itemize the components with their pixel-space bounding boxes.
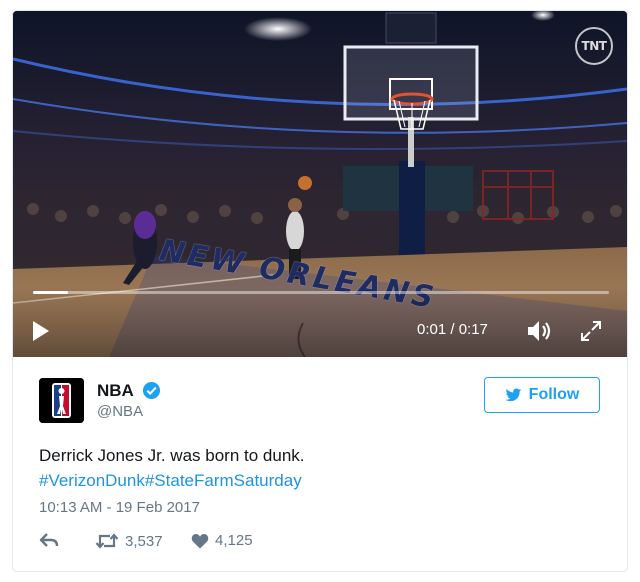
video-time: 0:01 / 0:17: [417, 321, 488, 338]
volume-icon[interactable]: [525, 318, 553, 344]
avatar[interactable]: [39, 378, 84, 423]
like-count: 4,125: [215, 532, 253, 549]
retweet-button[interactable]: 3,537: [95, 532, 163, 550]
hashtag-link[interactable]: #VerizonDunk: [39, 471, 145, 490]
like-button[interactable]: 4,125: [191, 532, 253, 549]
hashtag-link[interactable]: #StateFarmSaturday: [145, 471, 302, 490]
retweet-count: 3,537: [125, 532, 163, 550]
play-icon[interactable]: [31, 319, 51, 343]
video-progress-bar[interactable]: [33, 291, 609, 294]
tweet-text: Derrick Jones Jr. was born to dunk. #Ver…: [39, 443, 599, 493]
tweet-timestamp[interactable]: 10:13 AM - 19 Feb 2017: [39, 499, 200, 516]
tweet-text-line: Derrick Jones Jr. was born to dunk.: [39, 446, 305, 465]
heart-icon: [191, 533, 209, 548]
twitter-bird-icon: [505, 388, 521, 401]
author-name[interactable]: NBA: [97, 381, 134, 401]
nba-logo-icon: [39, 378, 84, 423]
retweet-icon: [95, 533, 119, 549]
reply-button[interactable]: [39, 532, 59, 548]
video-controls: 0:01 / 0:17: [13, 287, 627, 357]
tweet-card: TNT NEW ORLEANS 0:01 / 0:17 NBA @NBA Fol…: [12, 10, 628, 572]
tnt-logo: TNT: [575, 27, 613, 65]
video-progress-fill: [33, 291, 68, 294]
follow-button[interactable]: Follow: [484, 377, 600, 413]
reply-icon: [39, 533, 59, 547]
fullscreen-icon[interactable]: [579, 319, 603, 343]
follow-button-label: Follow: [528, 386, 580, 403]
verified-badge-icon: [142, 381, 161, 400]
author-handle[interactable]: @NBA: [97, 403, 143, 420]
video-player[interactable]: TNT NEW ORLEANS 0:01 / 0:17: [13, 11, 627, 357]
